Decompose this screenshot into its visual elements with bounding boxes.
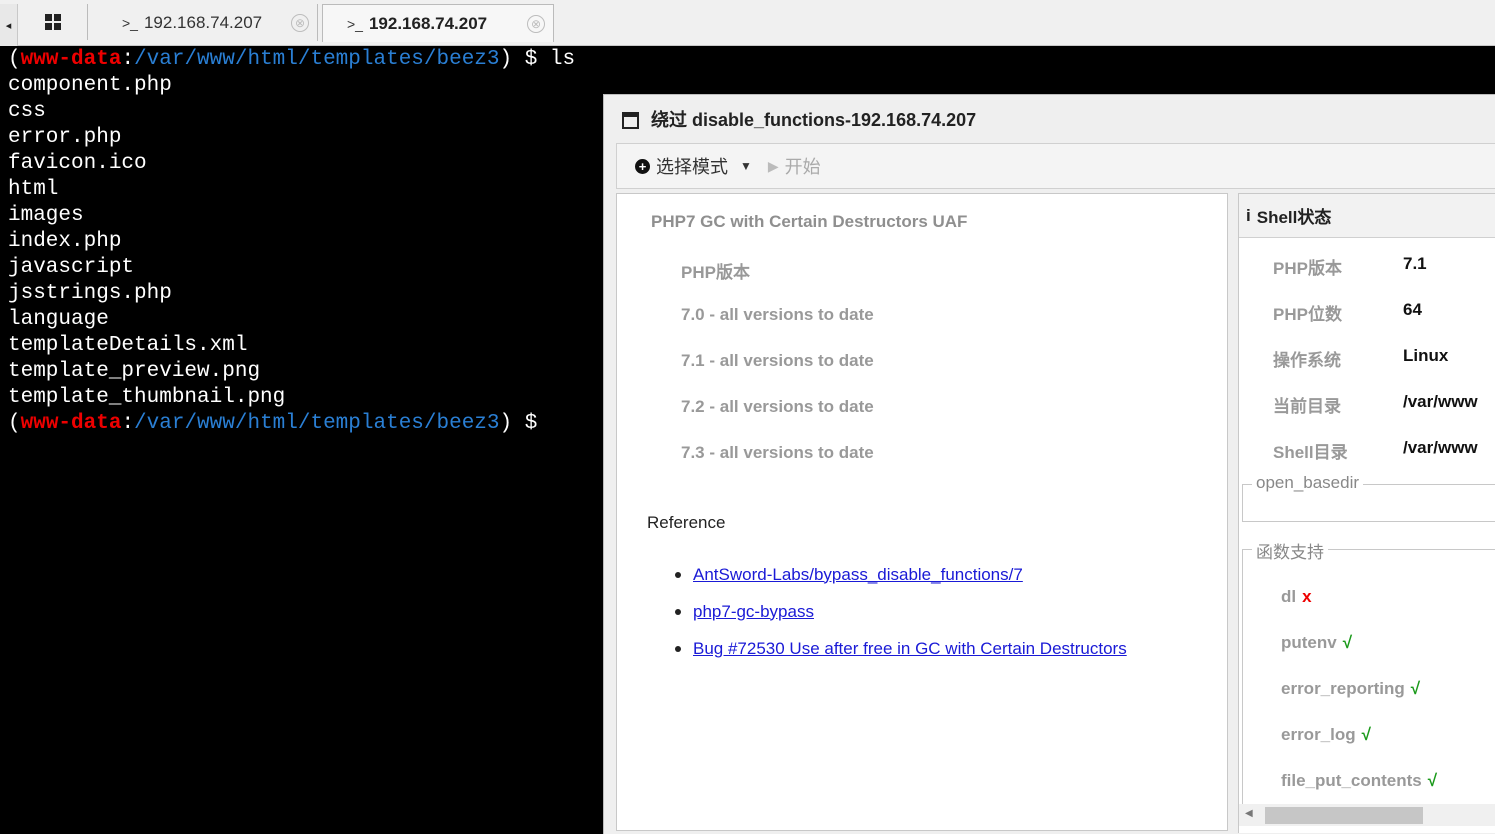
play-icon: ▶ [767,157,779,174]
close-icon[interactable]: ⊗ [291,13,309,32]
tab-label: 192.168.74.207 [143,12,263,32]
tab-overview-grid-icon[interactable] [18,4,88,40]
tab-terminal-2-active[interactable]: >_ 192.168.74.207 ⊗ [322,4,554,42]
status-row-shell-dir: Shell目录/var/www [1273,438,1478,462]
exploit-info-panel: PHP7 GC with Certain Destructors UAF PHP… [616,193,1228,831]
function-item-error-log: error_log √ [1281,725,1371,744]
reference-label: Reference [647,513,726,532]
close-icon[interactable]: ⊗ [527,14,545,33]
php-version-heading: PHP版本 [681,263,750,282]
check-mark: √ [1410,679,1421,698]
reference-list: AntSword-Labs/bypass_disable_functions/7… [693,556,1127,667]
check-mark: √ [1342,633,1353,652]
reference-link[interactable]: Bug #72530 Use after free in GC with Cer… [693,639,1127,659]
reference-item: php7-gc-bypass [693,593,1127,630]
window-icon [622,112,639,129]
reference-item: Bug #72530 Use after free in GC with Cer… [693,630,1127,667]
php-version-item: 7.2 - all versions to date [681,397,874,416]
exploit-title: PHP7 GC with Certain Destructors UAF [651,212,968,231]
reference-item: AntSword-Labs/bypass_disable_functions/7 [693,556,1127,593]
window-toolbar: + 选择模式 ▼ ▶ 开始 [616,143,1495,189]
status-row-php-bits: PHP位数 64 [1273,300,1422,324]
terminal-path: /var/www/html/templates/beez3 [134,48,500,71]
check-mark: √ [1361,725,1371,744]
function-item-file-put-contents: file_put_contents √ [1281,771,1438,790]
terminal-prompt-icon: >_ [347,15,363,32]
function-support-label: 函数支持 [1252,538,1328,563]
php-version-item: 7.0 - all versions to date [681,305,874,324]
chevron-down-icon: ▼ [740,159,752,173]
plus-circle-icon: + [635,158,650,174]
select-mode-dropdown[interactable]: + 选择模式 ▼ [635,153,752,179]
reference-link[interactable]: AntSword-Labs/bypass_disable_functions/7 [693,565,1023,585]
function-item-error-reporting: error_reporting √ [1281,679,1421,698]
php-version-item: 7.3 - all versions to date [681,443,874,462]
tab-scroll-left-button[interactable]: ◂ [0,4,18,46]
reference-link[interactable]: php7-gc-bypass [693,602,814,622]
start-button[interactable]: ▶ 开始 [768,153,821,179]
select-mode-label: 选择模式 [656,157,728,177]
fail-mark: x [1302,587,1312,606]
terminal-command: ls [537,48,576,71]
scroll-left-icon[interactable]: ◀ [1245,808,1253,819]
window-title: 绕过 disable_functions-192.168.74.207 [651,109,977,130]
info-icon: i [1246,205,1251,225]
window-titlebar[interactable]: 绕过 disable_functions-192.168.74.207 [604,95,1495,142]
terminal-user: www-data [20,48,122,71]
tab-label: 192.168.74.207 [368,13,488,33]
terminal-command-line: (www-data:/var/www/html/templates/beez3)… [8,48,576,71]
tab-bar: ◂ >_ 192.168.74.207 ⊗ >_ 192.168.74.207 … [0,0,1495,46]
shell-status-title: Shell状态 [1256,208,1332,227]
terminal-path: /var/www/html/templates/beez3 [134,412,500,435]
scrollbar-thumb[interactable] [1265,807,1423,824]
open-basedir-fieldset: open_basedir [1242,473,1495,522]
status-row-os: 操作系统 Linux [1273,346,1449,370]
tab-terminal-1[interactable]: >_ 192.168.74.207 ⊗ [90,4,318,41]
check-mark: √ [1427,771,1438,790]
terminal-user: www-data [20,412,122,435]
open-basedir-label: open_basedir [1252,473,1364,493]
function-item-putenv: putenv √ [1281,633,1353,652]
status-row-current-dir: 当前目录/var/www [1273,392,1478,416]
start-label: 开始 [784,157,821,177]
bypass-disable-functions-window: 绕过 disable_functions-192.168.74.207 + 选择… [603,94,1495,834]
status-row-php-version: PHP版本 7.1 [1273,254,1427,278]
shell-status-panel: i Shell状态 PHP版本 7.1 PHP位数 64 操作系统 Linux 当前目… [1238,193,1495,833]
function-item-dl: dl x [1281,587,1312,606]
shell-status-header: i Shell状态 [1239,194,1495,238]
horizontal-scrollbar[interactable]: ◀ [1239,804,1495,826]
terminal-prompt-icon: >_ [122,14,138,31]
php-version-item: 7.1 - all versions to date [681,351,874,370]
